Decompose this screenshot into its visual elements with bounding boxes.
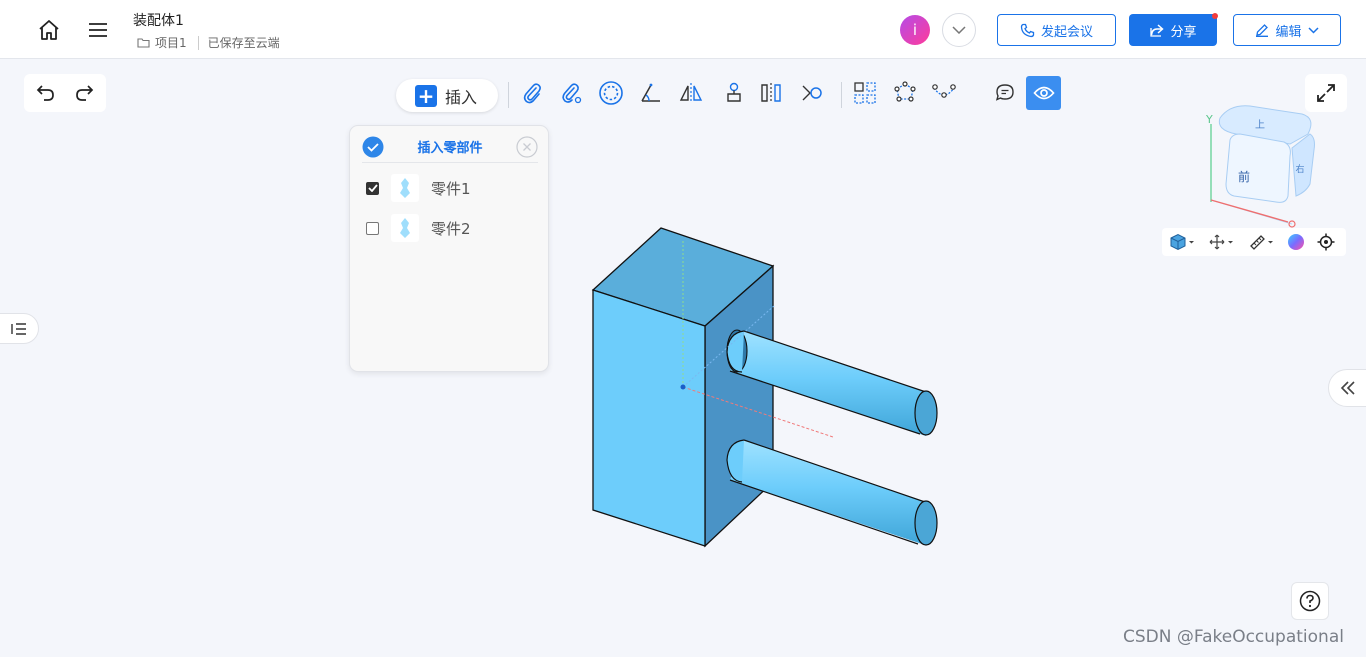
view-mode-dropdown[interactable] (1162, 228, 1202, 256)
motion-icon[interactable] (929, 79, 959, 107)
notification-dot (1212, 13, 1218, 19)
appearance-button[interactable] (1282, 228, 1310, 256)
share-icon (1150, 23, 1165, 37)
part-label: 零件1 (431, 179, 471, 198)
focus-button[interactable] (1310, 228, 1342, 256)
project-link[interactable]: 项目1 (155, 34, 187, 51)
comment-icon[interactable] (990, 79, 1020, 107)
chevron-double-left-icon (1340, 381, 1355, 395)
undo-icon[interactable] (34, 82, 58, 104)
phone-icon (1020, 23, 1035, 37)
share-label: 分享 (1170, 24, 1197, 40)
help-button[interactable] (1291, 582, 1329, 620)
fix-icon[interactable] (718, 79, 748, 107)
insert-label: 插入 (445, 87, 478, 107)
target-icon (1317, 233, 1335, 251)
part-label: 零件2 (431, 219, 471, 238)
origin-point (680, 384, 686, 390)
edit-label: 编辑 (1275, 24, 1302, 40)
menu-icon[interactable] (85, 17, 111, 43)
view-cube-front[interactable] (1225, 133, 1291, 203)
toolbar-divider (841, 82, 842, 108)
redo-icon[interactable] (72, 82, 96, 104)
document-title[interactable]: 装配体1 (133, 10, 184, 30)
history-group (24, 74, 106, 112)
user-list-toggle[interactable] (942, 13, 976, 47)
share-button[interactable]: 分享 (1129, 14, 1217, 46)
start-meeting-label: 发起会议 (1040, 24, 1093, 40)
move-icon (1209, 234, 1233, 250)
face-right-label: 右 (1295, 163, 1304, 175)
save-status: 已保存至云端 (207, 36, 280, 50)
divider (197, 35, 199, 50)
breadcrumb: 项目1 已保存至云端 (137, 34, 280, 51)
color-wheel-icon (1288, 234, 1304, 250)
concentric-icon[interactable] (596, 79, 626, 107)
measure-dropdown[interactable] (1242, 228, 1282, 256)
group-icon[interactable] (890, 79, 920, 107)
pencil-icon (1256, 24, 1269, 37)
toolbar-divider (508, 82, 509, 108)
folder-icon (137, 38, 150, 48)
axis-y-label: Y (1205, 113, 1213, 126)
model-viewport[interactable] (580, 220, 950, 555)
ruler-icon (1250, 235, 1273, 250)
edit-button[interactable]: 编辑 (1233, 14, 1341, 46)
face-top-label: 上 (1255, 119, 1265, 131)
part-item[interactable]: 零件1 (366, 173, 471, 203)
top-header: 装配体1 项目1 已保存至云端 i 发起会议 分享 编辑 (0, 0, 1366, 59)
eye-icon (1032, 86, 1055, 100)
part-thumbnail (391, 174, 419, 202)
expand-icon (1317, 84, 1335, 102)
chevron-down-icon (952, 26, 966, 34)
structure-tree-toggle[interactable] (0, 313, 39, 344)
list-icon (11, 322, 26, 335)
divider (362, 162, 538, 163)
view-cube[interactable]: Y 上 前 右 (1200, 104, 1320, 228)
avatar[interactable]: i (900, 15, 930, 45)
link-icon[interactable] (797, 79, 827, 107)
pattern-icon[interactable] (850, 79, 880, 107)
help-icon (1299, 590, 1321, 612)
right-panel-toggle[interactable] (1328, 369, 1366, 407)
block-front-face[interactable] (592, 289, 706, 547)
angle-icon[interactable] (636, 79, 666, 107)
view-tools (1162, 228, 1346, 256)
insert-button[interactable]: + 插入 (396, 79, 498, 112)
plus-icon: + (415, 84, 437, 107)
face-front-label: 前 (1238, 169, 1250, 184)
part-checkbox[interactable] (366, 221, 379, 235)
home-icon[interactable] (36, 17, 62, 43)
axis-x (1210, 199, 1289, 223)
part-item[interactable]: 零件2 (366, 213, 471, 243)
move-dropdown[interactable] (1202, 228, 1242, 256)
start-meeting-button[interactable]: 发起会议 (997, 14, 1116, 46)
watermark: CSDN @FakeOccupational (1123, 627, 1344, 647)
visibility-button[interactable] (1026, 76, 1061, 110)
close-icon[interactable] (516, 136, 538, 158)
cube-icon (1170, 233, 1194, 251)
attach-icon[interactable] (517, 79, 547, 107)
part-checkbox[interactable] (366, 181, 379, 195)
insert-parts-panel: 插入零部件 零件1 零件2 (349, 125, 549, 372)
chevron-down-icon (1307, 26, 1319, 34)
attach-multi-icon[interactable] (556, 79, 586, 107)
symmetric-icon[interactable] (756, 79, 786, 107)
part-thumbnail (391, 214, 419, 242)
mirror-icon[interactable] (676, 79, 706, 107)
